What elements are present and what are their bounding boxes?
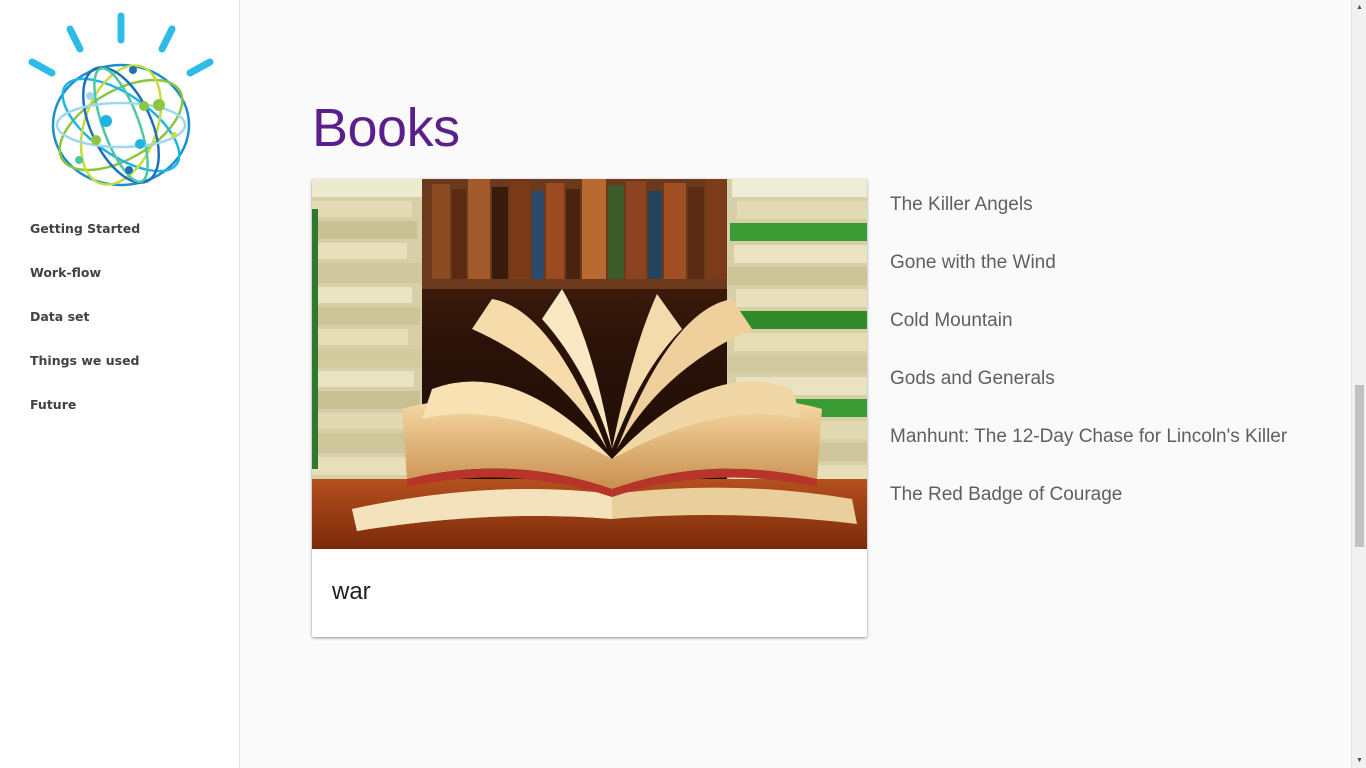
sidebar: Getting Started Work-flow Data set Thing…	[0, 0, 240, 768]
book-list-item[interactable]: The Red Badge of Courage	[890, 482, 1287, 540]
book-list: The Killer Angels Gone with the Wind Col…	[890, 192, 1287, 540]
card-caption: war	[332, 578, 371, 605]
sidebar-item-things-we-used[interactable]: Things we used	[30, 352, 140, 396]
main-content: Books war The Killer Angels Gone with th…	[241, 0, 1351, 768]
books-photo	[312, 179, 867, 549]
book-list-item[interactable]: Manhunt: The 12-Day Chase for Lincoln's …	[890, 424, 1287, 482]
book-list-item[interactable]: Cold Mountain	[890, 308, 1287, 366]
sidebar-nav: Getting Started Work-flow Data set Thing…	[30, 220, 140, 440]
book-list-item[interactable]: Gods and Generals	[890, 366, 1287, 424]
watson-logo-icon[interactable]	[26, 10, 216, 195]
category-card[interactable]: war	[312, 179, 867, 637]
page-title: Books	[312, 98, 460, 158]
scroll-up-icon[interactable]: ▲	[1352, 0, 1366, 15]
book-list-item[interactable]: Gone with the Wind	[890, 250, 1287, 308]
sidebar-item-future[interactable]: Future	[30, 396, 140, 440]
sidebar-item-work-flow[interactable]: Work-flow	[30, 264, 140, 308]
sidebar-item-getting-started[interactable]: Getting Started	[30, 220, 140, 264]
book-list-item[interactable]: The Killer Angels	[890, 192, 1287, 250]
vertical-scrollbar[interactable]: ▲ ▼	[1351, 0, 1366, 768]
scroll-down-icon[interactable]: ▼	[1352, 753, 1366, 768]
sidebar-item-data-set[interactable]: Data set	[30, 308, 140, 352]
scrollbar-thumb[interactable]	[1355, 385, 1364, 547]
